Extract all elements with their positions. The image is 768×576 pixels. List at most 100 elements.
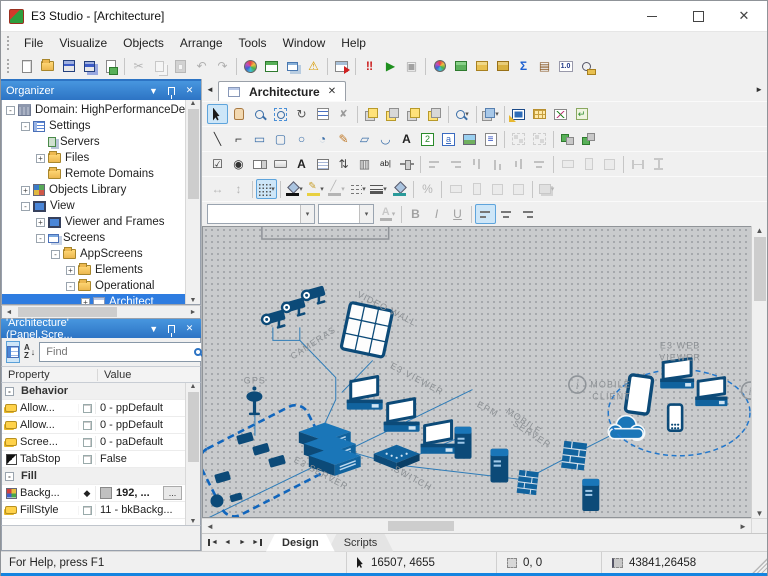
brush-style-button[interactable]: ▾ [305, 179, 326, 199]
menu-visualize[interactable]: Visualize [51, 33, 115, 53]
scrollbar-thumb[interactable] [187, 109, 199, 199]
dropdown-icon[interactable]: ▾ [383, 185, 387, 193]
dropdown-icon[interactable]: ▾ [271, 185, 275, 193]
tree-item-view[interactable]: - View [2, 198, 185, 214]
insert-text-button[interactable]: A [396, 129, 417, 149]
execute-application-button[interactable] [331, 56, 352, 76]
expander-icon[interactable]: + [36, 153, 45, 163]
line-width-button[interactable]: ▾ [368, 179, 389, 199]
panel-menu-icon[interactable]: ▼ [147, 324, 160, 334]
menu-help[interactable]: Help [333, 33, 374, 53]
link-send-button[interactable] [578, 129, 599, 149]
text-align-center-button[interactable] [496, 204, 517, 224]
diagram-label-cameras[interactable]: CAMERAS [289, 324, 338, 361]
expander-icon[interactable]: - [21, 121, 30, 131]
maximize-button[interactable] [675, 1, 721, 31]
rotate-tool-button[interactable]: ↻ [291, 104, 312, 124]
fill-color-button[interactable]: ▾ [284, 179, 305, 199]
tab-close-icon[interactable]: ✕ [328, 86, 336, 97]
expander-icon[interactable]: - [36, 233, 45, 243]
open-file-button[interactable] [37, 56, 58, 76]
insert-chart-button[interactable] [550, 104, 571, 124]
tree-item-servers[interactable]: Servers [2, 134, 185, 150]
expander-icon[interactable]: + [21, 185, 30, 195]
insert-frame-button[interactable] [417, 129, 438, 149]
send-to-back-button[interactable] [382, 104, 403, 124]
insert-radio-button[interactable]: ◉ [228, 154, 249, 174]
pin-icon[interactable] [168, 324, 176, 337]
server-setup-button[interactable] [261, 56, 282, 76]
verify-domain-button[interactable]: ⚠ [303, 56, 324, 76]
draw-curve-button[interactable]: ◡ [375, 129, 396, 149]
scroll-right-icon[interactable]: ► [186, 309, 200, 316]
save-button[interactable] [58, 56, 79, 76]
firewall-icon[interactable] [516, 440, 588, 496]
draw-ellipse-button[interactable]: ○ [291, 129, 312, 149]
draw-rounded-rectangle-button[interactable]: ▢ [270, 129, 291, 149]
run-domain-button[interactable]: ▶ [380, 56, 401, 76]
property-row-tabstop[interactable]: TabStop False [2, 451, 185, 468]
tree-item-viewer-and-frames[interactable]: + Viewer and Frames [2, 214, 185, 230]
dropdown-icon[interactable]: ▾ [359, 205, 373, 223]
association-icon[interactable] [82, 505, 92, 515]
previous-sheet-icon[interactable]: ◄ [220, 536, 235, 550]
tab-architecture[interactable]: Architecture ✕ [218, 81, 347, 101]
insert-display-button[interactable] [480, 129, 501, 149]
scroll-down-icon[interactable]: ▼ [190, 297, 197, 304]
dropdown-icon[interactable]: ▾ [320, 185, 324, 193]
insert-scrollbar-button[interactable]: ▥ [354, 154, 375, 174]
expander-icon[interactable]: + [81, 297, 90, 304]
scroll-down-icon[interactable]: ▼ [756, 509, 764, 518]
diagram-label-epm[interactable]: EPM [476, 399, 501, 419]
tree-item-remote-domains[interactable]: Remote Domains [2, 166, 185, 182]
summation-button[interactable]: Σ [513, 56, 534, 76]
default-values-button[interactable] [555, 56, 576, 76]
property-row-scree[interactable]: Scree... 0 - paDefault [2, 434, 185, 451]
tree-item-appscreens[interactable]: - AppScreens [2, 246, 185, 262]
laptop-icon[interactable] [658, 356, 729, 408]
alphabetical-sort-button[interactable]: A Z ↓ [23, 341, 36, 363]
text-align-right-button[interactable] [517, 204, 538, 224]
insert-checkbox-button[interactable]: ☑ [207, 154, 228, 174]
ellipsis-button[interactable]: ... [163, 486, 182, 500]
tree-item-screens[interactable]: - Screens [2, 230, 185, 246]
link-bring-button[interactable] [557, 129, 578, 149]
pin-icon[interactable] [168, 86, 175, 99]
menu-objects[interactable]: Objects [115, 33, 172, 53]
scroll-up-icon[interactable]: ▲ [190, 383, 197, 390]
text-align-left-button[interactable] [475, 204, 496, 224]
export-project-button[interactable] [100, 56, 121, 76]
tree-item-architect[interactable]: + Architect [2, 294, 185, 304]
insert-combobox-button[interactable] [249, 154, 270, 174]
first-sheet-icon[interactable]: ◄ [205, 536, 220, 550]
scroll-left-icon[interactable]: ◄ [202, 522, 218, 531]
insert-script-button[interactable] [571, 104, 592, 124]
new-file-button[interactable] [16, 56, 37, 76]
scrollbar-thumb[interactable] [753, 237, 766, 301]
send-backward-button[interactable] [424, 104, 445, 124]
expander-icon[interactable]: - [6, 105, 15, 115]
phone-icon[interactable] [666, 403, 684, 433]
camera-icon[interactable] [259, 284, 329, 334]
scroll-right-icon[interactable]: ► [735, 522, 751, 531]
canvas-horizontal-scrollbar[interactable]: ◄ ► [202, 518, 767, 533]
dropdown-icon[interactable]: ▾ [551, 185, 555, 193]
draw-freehand-button[interactable]: ✎ [333, 129, 354, 149]
grid-vertical-scrollbar[interactable]: ▲ ▼ [185, 383, 200, 525]
draw-rectangle-button[interactable]: ▭ [249, 129, 270, 149]
organizer-toggle-button[interactable] [450, 56, 471, 76]
insert-slider-button[interactable] [396, 154, 417, 174]
expander-icon[interactable]: + [36, 217, 45, 227]
find-input[interactable] [44, 345, 191, 359]
gps-icon[interactable] [246, 386, 263, 416]
sheet-tab-scripts[interactable]: Scripts [328, 534, 394, 552]
diagram-label-mobile-client-1[interactable]: MOBILE [590, 380, 631, 390]
diagram-label-e3-viewer[interactable]: E3 VIEWER [389, 361, 446, 398]
dropdown-icon[interactable]: ▾ [300, 205, 314, 223]
draw-polygon-button[interactable]: ▱ [354, 129, 375, 149]
sheet-tab-design[interactable]: Design [266, 534, 335, 552]
line-style-button[interactable]: ▾ [347, 179, 368, 199]
menu-file[interactable]: File [16, 33, 51, 53]
tree-item-elements[interactable]: + Elements [2, 262, 185, 278]
draw-polyline-button[interactable]: ⌐ [228, 129, 249, 149]
